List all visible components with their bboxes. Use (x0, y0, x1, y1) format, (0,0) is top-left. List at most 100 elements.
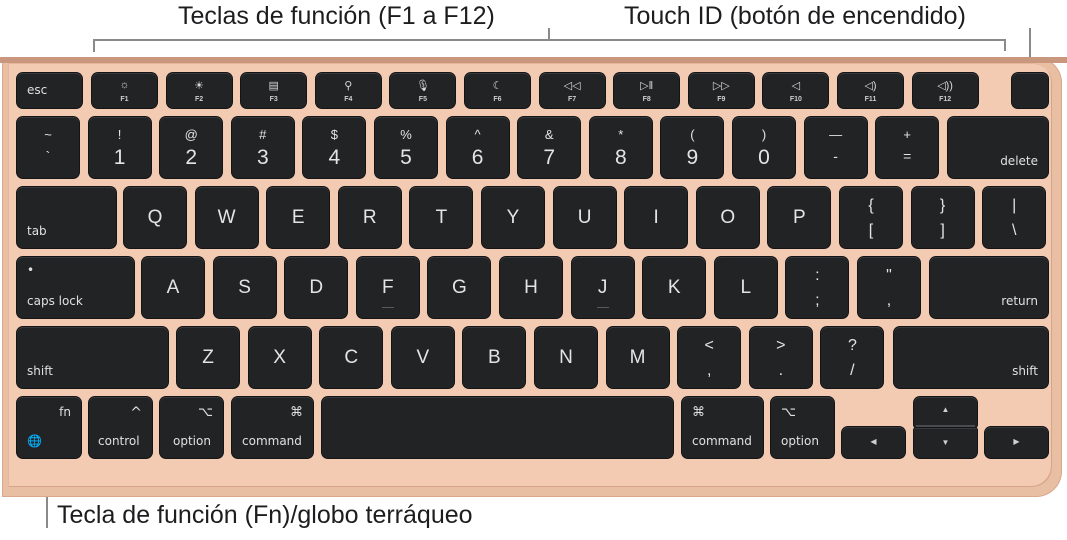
tab-key[interactable]: tab (17, 187, 116, 248)
key-primary-symbol: = (903, 148, 912, 164)
punct-key-2[interactable]: <, (678, 327, 741, 388)
caps-lock-key[interactable]: • caps lock (17, 257, 134, 318)
bracket-key-1[interactable]: }] (911, 187, 974, 248)
space-bar[interactable] (322, 397, 673, 458)
function-key-f10[interactable]: ◁ F10 (763, 73, 829, 108)
number-key-2[interactable]: @2 (160, 117, 223, 178)
escape-key[interactable]: esc (17, 73, 82, 108)
key-y[interactable]: Y (482, 187, 544, 248)
key-k[interactable]: K (643, 257, 706, 318)
function-key-f8[interactable]: ▷ǁ F8 (614, 73, 680, 108)
function-key-f11[interactable]: ◁) F11 (838, 73, 903, 108)
right-shift-key[interactable]: shift (894, 327, 1048, 388)
key-primary-symbol: 8 (614, 146, 627, 169)
key-r[interactable]: R (338, 187, 401, 248)
punct-key-1[interactable]: ", (858, 257, 920, 318)
function-key-f1[interactable]: ☼ F1 (92, 73, 157, 108)
return-label: return (1001, 294, 1038, 308)
left-command-key[interactable]: ⌘ command (232, 397, 313, 458)
function-key-f3[interactable]: ▤ F3 (241, 73, 307, 108)
key-n[interactable]: N (535, 327, 597, 388)
key-d[interactable]: D (285, 257, 348, 318)
tab-label: tab (27, 224, 47, 238)
key-t[interactable]: T (410, 187, 473, 248)
function-key-label: F10 (789, 96, 802, 103)
punct-key-4[interactable]: ? / (821, 327, 884, 388)
key-letter: V (416, 346, 430, 368)
key-q[interactable]: Q (124, 187, 186, 248)
number-key-0[interactable]: ~ ` (17, 117, 79, 178)
key-shift-symbol: * (618, 127, 624, 142)
key-letter: N (559, 346, 573, 368)
function-key-f7[interactable]: ◁◁ F7 (539, 73, 605, 108)
arrow-right-key[interactable]: ▶ (985, 427, 1048, 458)
function-key-label: F4 (344, 96, 353, 103)
arrow-down-key[interactable]: ▼ (914, 428, 977, 458)
key-letter: T (435, 206, 448, 228)
key-f[interactable]: F (356, 257, 419, 318)
key-primary-symbol: 5 (400, 146, 412, 169)
key-p[interactable]: P (768, 187, 831, 248)
key-shift-symbol: ~ (44, 127, 52, 142)
caps-lock-label: caps lock (27, 294, 83, 308)
number-key-9[interactable]: (9 (661, 117, 724, 178)
key-o[interactable]: O (696, 187, 759, 248)
left-shift-key[interactable]: shift (17, 327, 168, 388)
key-s[interactable]: S (213, 257, 276, 318)
number-key-12[interactable]: + = (876, 117, 939, 178)
function-key-f5[interactable]: 🎙 F5 (390, 73, 456, 108)
bracket-key-0[interactable]: {[ (840, 187, 902, 248)
key-letter: Q (147, 206, 163, 228)
number-key-4[interactable]: $4 (303, 117, 366, 178)
control-symbol-icon: ^ (130, 405, 142, 421)
return-key[interactable]: return (930, 257, 1048, 318)
function-key-f2[interactable]: ☀ F2 (166, 73, 232, 108)
key-a[interactable]: A (142, 257, 204, 318)
left-control-key[interactable]: ^ control (89, 397, 152, 458)
punct-key-3[interactable]: >. (749, 327, 812, 388)
key-x[interactable]: X (248, 327, 311, 388)
function-key-label: F2 (195, 96, 204, 103)
number-key-1[interactable]: ! 1 (88, 117, 151, 178)
number-key-6[interactable]: ^ 6 (446, 117, 509, 178)
command-symbol-icon: ⌘ (290, 405, 303, 420)
punct-key-0[interactable]: :; (786, 257, 849, 318)
key-i[interactable]: I (625, 187, 688, 248)
bracket-key-2[interactable]: | \ (983, 187, 1046, 248)
function-key-f9[interactable]: ▷▷ F9 (688, 73, 754, 108)
key-u[interactable]: U (553, 187, 616, 248)
number-key-7[interactable]: & 7 (518, 117, 581, 178)
touch-id-button[interactable] (1012, 73, 1048, 108)
key-j[interactable]: J (571, 257, 634, 318)
right-command-key[interactable]: ⌘ command (682, 397, 763, 458)
number-key-5[interactable]: % 5 (375, 117, 437, 178)
number-key-11[interactable]: — - (804, 117, 867, 178)
number-key-10[interactable]: ) 0 (733, 117, 795, 178)
number-key-3[interactable]: #3 (231, 117, 294, 178)
function-keys-callout: Teclas de función (F1 a F12) (178, 2, 495, 30)
key-primary-symbol: [ (868, 222, 874, 239)
arrow-left-key[interactable]: ◀ (842, 427, 905, 458)
key-b[interactable]: B (463, 327, 526, 388)
key-z[interactable]: Z (177, 327, 239, 388)
number-key-8[interactable]: * 8 (589, 117, 652, 178)
function-key-f6[interactable]: ☾ F6 (465, 73, 530, 108)
arrow-up-key[interactable]: ▲ (914, 397, 977, 427)
key-e[interactable]: E (267, 187, 330, 248)
key-l[interactable]: L (714, 257, 777, 318)
right-option-key[interactable]: ⌥ option (771, 397, 834, 458)
function-key-f12[interactable]: ◁)) F12 (912, 73, 978, 108)
function-key-f4[interactable]: ⚲ F4 (315, 73, 381, 108)
key-c[interactable]: C (320, 327, 383, 388)
key-w[interactable]: W (195, 187, 258, 248)
key-g[interactable]: G (428, 257, 491, 318)
left-option-key[interactable]: ⌥ option (160, 397, 223, 458)
function-key-label: F12 (939, 96, 952, 103)
delete-key[interactable]: delete (948, 117, 1048, 178)
key-primary-symbol: 2 (185, 146, 198, 169)
key-v[interactable]: V (391, 327, 454, 388)
fn-globe-key[interactable]: fn 🌐 (17, 397, 81, 458)
function-keys-bracket-right (1004, 39, 1006, 51)
key-m[interactable]: M (606, 327, 669, 388)
key-h[interactable]: H (500, 257, 562, 318)
